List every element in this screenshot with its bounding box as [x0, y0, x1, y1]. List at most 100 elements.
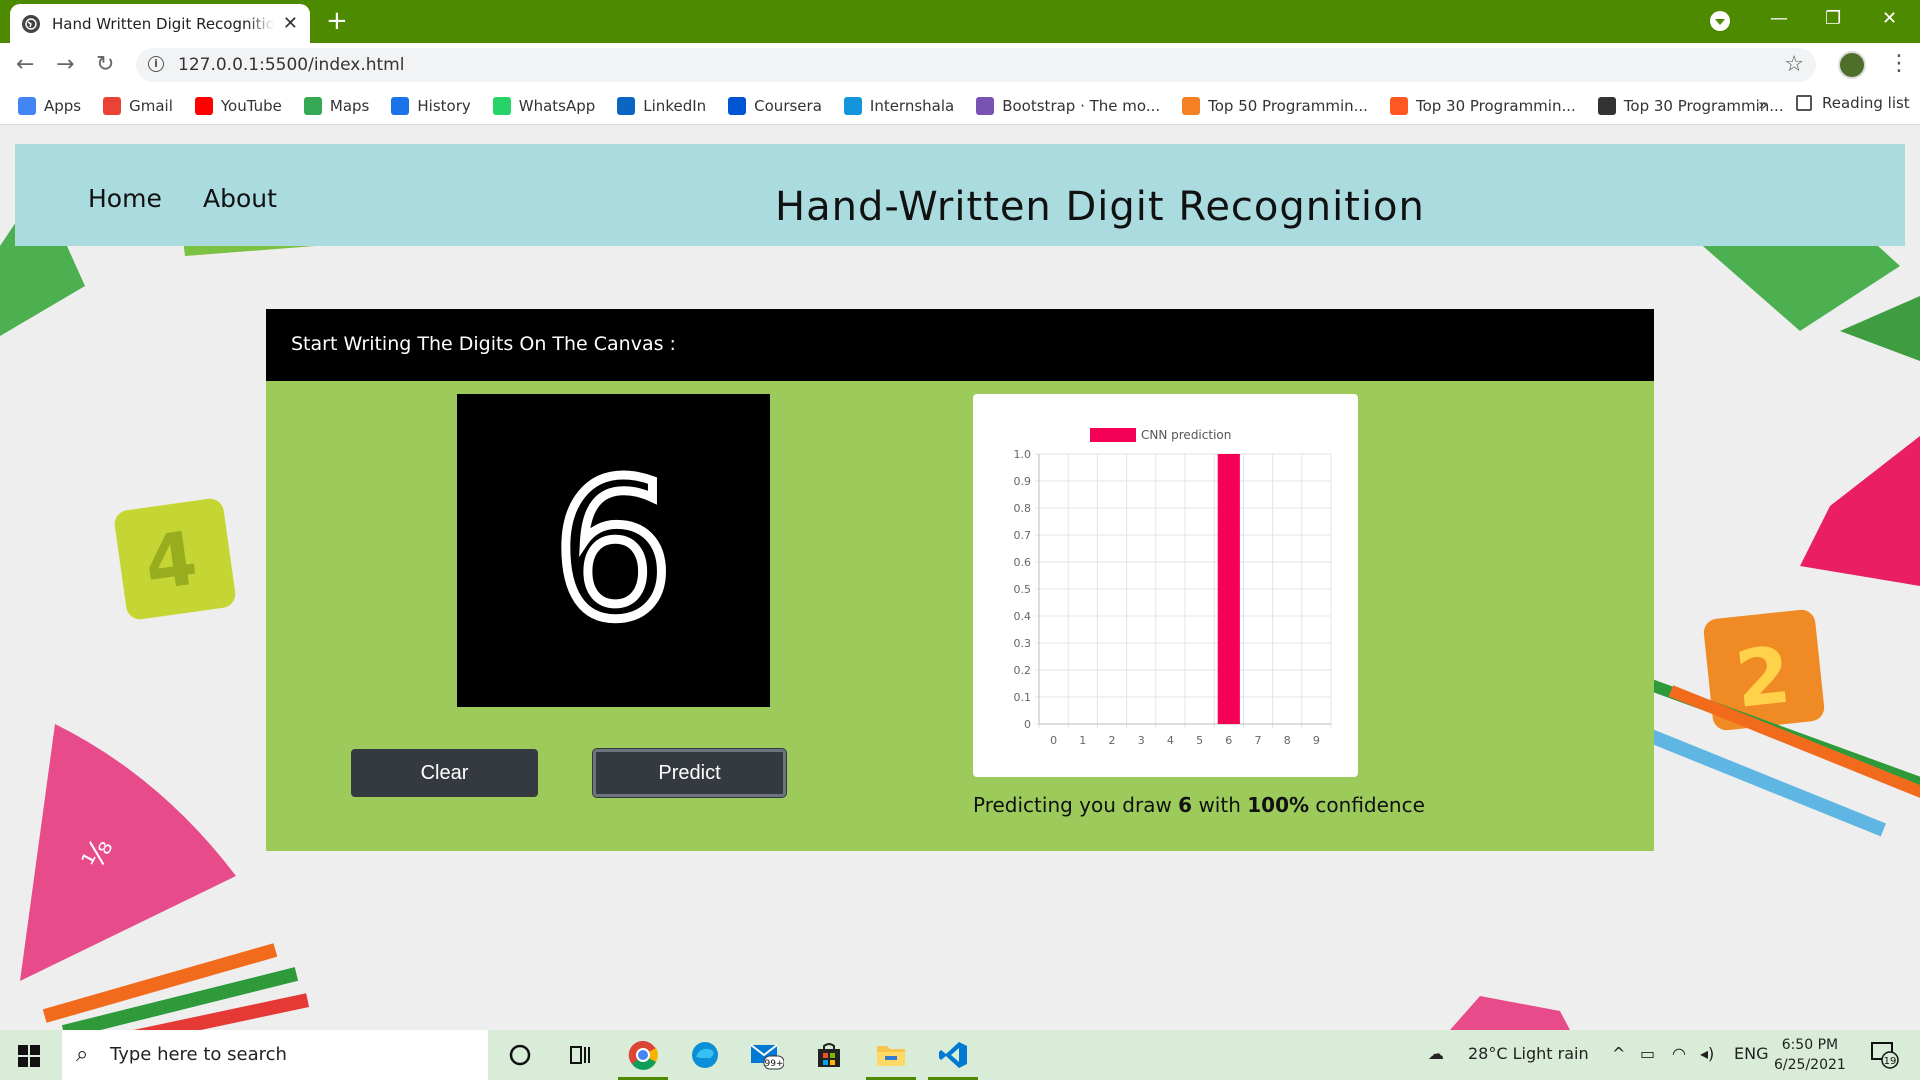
- new-tab-button[interactable]: +: [326, 8, 348, 34]
- y-tick-label: 0.8: [1014, 502, 1032, 515]
- edge-icon[interactable]: [688, 1038, 722, 1072]
- x-tick-label: 9: [1313, 734, 1320, 747]
- more-bookmarks-icon[interactable]: »: [1758, 95, 1768, 114]
- close-tab-icon[interactable]: ✕: [283, 13, 298, 34]
- task-view-icon[interactable]: [563, 1038, 597, 1072]
- bootstrap-icon: [976, 96, 995, 115]
- profile-avatar[interactable]: [1838, 51, 1866, 79]
- system-clock[interactable]: 6:50 PM 6/25/2021: [1774, 1035, 1846, 1075]
- svg-text:19: 19: [1884, 1056, 1897, 1067]
- recognition-card: Start Writing The Digits On The Canvas :…: [266, 309, 1654, 851]
- coursera-icon: [728, 96, 747, 115]
- history-icon: [391, 96, 410, 115]
- bookmark-item[interactable]: Apps: [18, 96, 81, 115]
- maps-icon: [303, 96, 322, 115]
- close-window-icon[interactable]: ✕: [1882, 8, 1897, 29]
- site-info-icon[interactable]: i: [148, 56, 164, 72]
- svg-text:99+: 99+: [765, 1059, 784, 1069]
- y-tick-label: 0.1: [1014, 691, 1032, 704]
- tray-chevron-icon[interactable]: ^: [1612, 1044, 1625, 1063]
- vscode-icon[interactable]: [928, 1038, 978, 1080]
- page-viewport: 4 2 ⅛ Home About Hand-Written Digit Reco…: [0, 126, 1920, 1030]
- notification-center-icon[interactable]: 19: [1870, 1040, 1900, 1074]
- site-title: Hand-Written Digit Recognition: [775, 184, 1425, 230]
- taskbar-search[interactable]: ⌕ Type here to search: [62, 1030, 488, 1080]
- bookmark-item[interactable]: History: [391, 96, 471, 115]
- bookmark-star-icon[interactable]: ☆: [1784, 52, 1804, 77]
- predict-button[interactable]: Predict: [593, 749, 786, 797]
- y-tick-label: 1.0: [1014, 448, 1032, 461]
- mail-icon[interactable]: 99+: [750, 1038, 784, 1072]
- bookmark-label: Top 50 Programmin...: [1208, 96, 1368, 115]
- menu-kebab-icon[interactable]: ⋮: [1888, 51, 1910, 76]
- forward-icon[interactable]: →: [56, 52, 74, 77]
- store-icon[interactable]: [812, 1038, 846, 1072]
- bookmark-item[interactable]: Internshala: [843, 96, 954, 115]
- bookmark-label: Coursera: [754, 96, 822, 115]
- apps-grid-icon: [18, 96, 36, 115]
- search-icon: ⌕: [76, 1042, 89, 1067]
- x-tick-label: 0: [1050, 734, 1057, 747]
- bookmark-item[interactable]: Gmail: [103, 96, 173, 115]
- reading-list-label: Reading list: [1822, 94, 1910, 112]
- bookmark-label: YouTube: [220, 96, 282, 115]
- url-text[interactable]: 127.0.0.1:5500/index.html: [178, 55, 404, 75]
- bookmark-item[interactable]: Top 30 Programmin...: [1597, 96, 1784, 115]
- y-tick-label: 0: [1024, 718, 1031, 731]
- chrome-icon[interactable]: [618, 1038, 668, 1080]
- result-digit: 6: [1178, 793, 1193, 817]
- bookmark-label: Top 30 Programmin...: [1415, 96, 1576, 115]
- bookmark-item[interactable]: Bootstrap · The mo...: [976, 96, 1160, 115]
- x-tick-label: 1: [1079, 734, 1086, 747]
- weather-icon[interactable]: ☁: [1428, 1044, 1444, 1063]
- browser-tab[interactable]: Hand Written Digit Recognition u ✕: [10, 4, 310, 43]
- whatsapp-icon: [492, 96, 511, 115]
- windows-start-icon[interactable]: [18, 1045, 40, 1067]
- bookmark-item[interactable]: Coursera: [728, 96, 822, 115]
- volume-icon[interactable]: ◂): [1700, 1044, 1714, 1063]
- cortana-icon[interactable]: [503, 1038, 537, 1072]
- reading-list-button[interactable]: Reading list: [1796, 94, 1910, 112]
- bookmark-label: History: [417, 96, 471, 115]
- minimize-icon[interactable]: —: [1770, 8, 1788, 29]
- x-tick-label: 5: [1196, 734, 1203, 747]
- prediction-chart-svg: 0 0.1 0.2 0.3 0.4 0.5 0.6 0.7 0.8 0.9 1.0 0 1 2 3 4 5 6 7 8…: [1014, 428, 1332, 747]
- bookmark-item[interactable]: Top 50 Programmin...: [1182, 96, 1368, 115]
- bookmark-item[interactable]: YouTube: [194, 96, 282, 115]
- bookmark-label: WhatsApp: [518, 96, 596, 115]
- back-icon[interactable]: ←: [16, 52, 34, 77]
- wifi-icon[interactable]: ◠: [1672, 1044, 1686, 1063]
- bookmark-label: LinkedIn: [643, 96, 707, 115]
- clear-button[interactable]: Clear: [351, 749, 538, 797]
- address-bar[interactable]: i 127.0.0.1:5500/index.html ☆: [136, 48, 1816, 82]
- reload-icon[interactable]: ↻: [96, 52, 114, 77]
- tab-search-icon[interactable]: [1710, 11, 1730, 31]
- bookmark-item[interactable]: LinkedIn: [617, 96, 707, 115]
- restore-icon[interactable]: ❐: [1825, 8, 1841, 29]
- y-tick-label: 0.2: [1014, 664, 1032, 677]
- nav-home-link[interactable]: Home: [88, 184, 162, 213]
- language-indicator[interactable]: ENG: [1734, 1044, 1768, 1063]
- bookmarks-bar: Apps Gmail YouTube Maps History WhatsApp Linke…: [0, 87, 1920, 125]
- card-header-text: Start Writing The Digits On The Canvas :: [291, 333, 676, 355]
- y-tick-label: 0.5: [1014, 583, 1032, 596]
- prediction-result: Predicting you draw 6 with 100% confiden…: [973, 793, 1425, 817]
- drawing-canvas[interactable]: 6: [457, 394, 770, 707]
- bookmark-item[interactable]: Top 30 Programmin...: [1389, 96, 1576, 115]
- bookmark-item[interactable]: Maps: [303, 96, 369, 115]
- x-tick-label: 3: [1138, 734, 1145, 747]
- bookmark-item[interactable]: WhatsApp: [492, 96, 596, 115]
- weather-text[interactable]: 28°C Light rain: [1468, 1044, 1589, 1063]
- battery-icon[interactable]: ▭: [1640, 1044, 1655, 1063]
- reading-list-icon: [1796, 95, 1812, 111]
- tab-title: Hand Written Digit Recognition u: [52, 14, 274, 33]
- prediction-chart: 0 0.1 0.2 0.3 0.4 0.5 0.6 0.7 0.8 0.9 1.0 0 1 2 3 4 5 6 7 8…: [973, 394, 1358, 777]
- x-tick-label: 4: [1167, 734, 1174, 747]
- nav-about-link[interactable]: About: [203, 184, 277, 213]
- x-tick-label: 7: [1255, 734, 1262, 747]
- file-explorer-icon[interactable]: [866, 1038, 916, 1080]
- clock-date: 6/25/2021: [1774, 1057, 1846, 1073]
- clock-time: 6:50 PM: [1781, 1037, 1839, 1053]
- blogger-icon: [1389, 96, 1408, 115]
- bookmark-label: Gmail: [129, 96, 173, 115]
